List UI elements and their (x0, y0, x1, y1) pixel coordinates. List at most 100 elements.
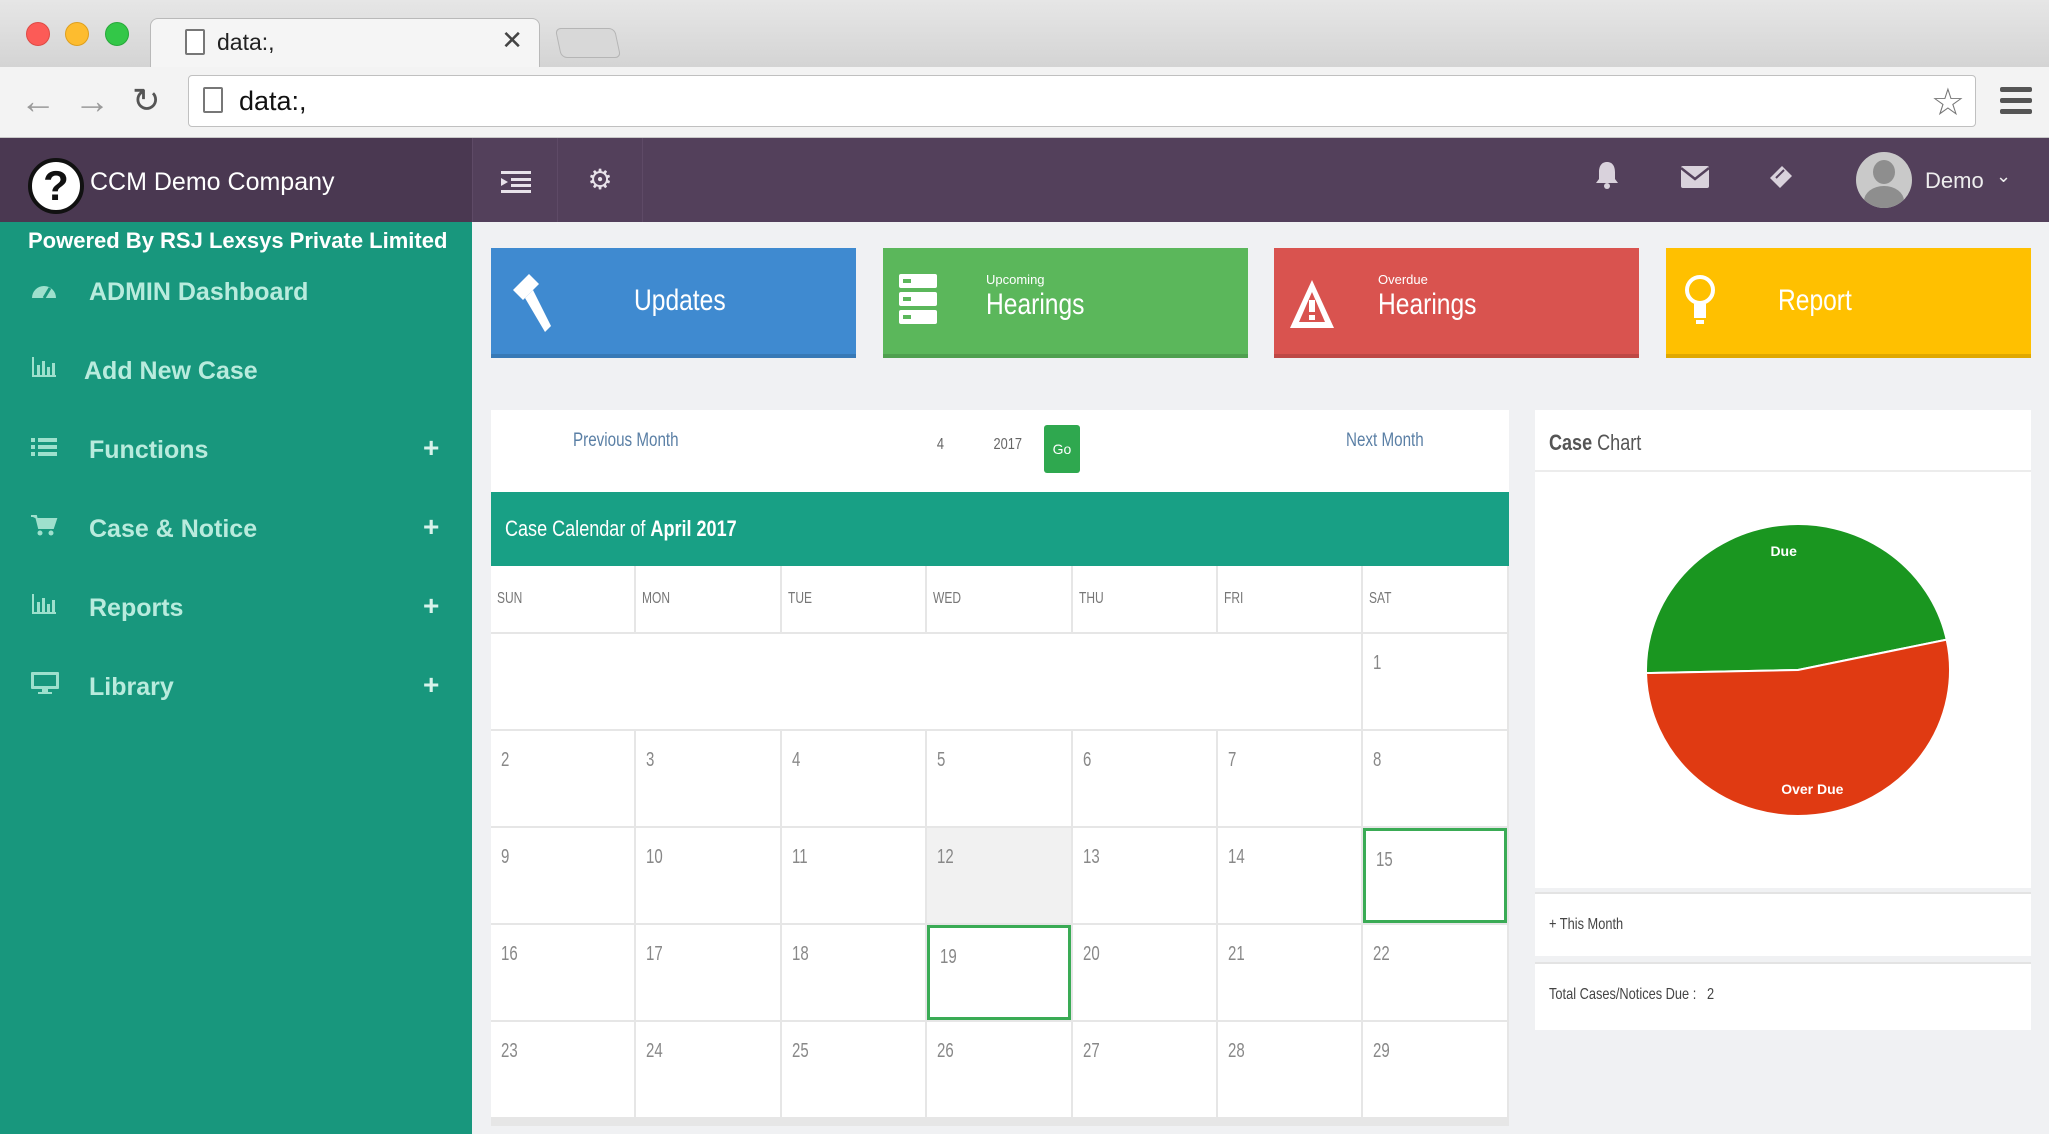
browser-tab[interactable]: data:, ✕ (150, 18, 540, 68)
tile-label: Hearings (986, 288, 1085, 321)
new-tab-button[interactable] (554, 28, 622, 58)
sidebar-item-case-notice[interactable]: Case & Notice + (0, 499, 472, 559)
calendar-day-cell[interactable]: 20 (1072, 925, 1216, 1020)
calendar-day-cell[interactable]: 9 (491, 828, 635, 923)
calendar-title-bar: Case Calendar of April 2017 (491, 492, 1509, 566)
ticket-icon[interactable] (1766, 162, 1796, 197)
back-icon[interactable]: ← (20, 81, 56, 121)
tile-label: Report (1778, 284, 1852, 317)
calendar-day-cell[interactable]: 11 (781, 828, 926, 923)
year-input[interactable]: 2017 (994, 436, 1022, 454)
bell-icon[interactable] (1594, 160, 1620, 197)
calendar-day-cell[interactable]: 13 (1072, 828, 1216, 923)
next-month-link[interactable]: Next Month (1346, 430, 1424, 452)
chevron-down-icon[interactable]: ⌄ (1996, 166, 2011, 187)
this-month-toggle[interactable]: + This Month (1549, 916, 1623, 934)
case-chart-header: Case Chart (1535, 410, 2031, 472)
calendar-day-cell[interactable]: 23 (491, 1022, 635, 1117)
pie-label: Due (1770, 543, 1797, 559)
sidebar-item-add-new-case[interactable]: Add New Case (0, 341, 472, 401)
calendar-day-cell[interactable]: 15 (1363, 828, 1507, 923)
tile-label: Updates (634, 284, 726, 317)
calendar-day-cell[interactable]: 29 (1363, 1022, 1507, 1117)
calendar-day-cell[interactable]: 24 (636, 1022, 780, 1117)
calendar-day-cell[interactable]: 8 (1363, 731, 1507, 826)
reload-icon[interactable]: ↻ (132, 81, 161, 121)
weekday-header: FRI (1218, 566, 1362, 632)
user-avatar[interactable] (1856, 152, 1912, 208)
calendar-day-cell[interactable]: 3 (636, 731, 780, 826)
calendar-day-cell[interactable]: 10 (636, 828, 780, 923)
calendar-day-cell[interactable]: 5 (927, 731, 1071, 826)
expand-plus-icon[interactable]: + (423, 669, 439, 701)
go-button[interactable]: Go (1044, 425, 1080, 473)
browser-toolbar: ← → ↻ data:, ☆ (0, 67, 2049, 138)
sidebar-item-functions[interactable]: Functions + (0, 420, 472, 480)
gear-icon: ⚙ (587, 164, 613, 195)
month-input[interactable]: 4 (937, 436, 944, 454)
sidebar-item-label: ADMIN Dashboard (89, 278, 309, 306)
bar-chart-icon (30, 592, 58, 623)
calendar-day-cell[interactable]: 14 (1218, 828, 1362, 923)
calendar-day-cell[interactable]: 4 (781, 731, 926, 826)
monitor-icon (30, 671, 60, 702)
expand-plus-icon[interactable]: + (423, 511, 439, 543)
weekday-header: SUN (491, 566, 635, 632)
dashboard-icon (30, 276, 58, 307)
previous-month-link[interactable]: Previous Month (573, 430, 679, 452)
calendar-day-cell[interactable]: 26 (927, 1022, 1071, 1117)
chart-title-bold: Case (1549, 430, 1593, 455)
page-icon (203, 87, 223, 113)
brand[interactable]: ? CCM Demo Company (0, 138, 472, 222)
sidebar-item-library[interactable]: Library + (0, 657, 472, 717)
calendar-day-cell[interactable]: 18 (781, 925, 926, 1020)
user-name[interactable]: Demo (1925, 168, 1984, 194)
bookmark-star-icon[interactable]: ☆ (1931, 80, 1965, 125)
tab-title: data:, (217, 29, 275, 55)
calendar-day-cell[interactable]: 28 (1218, 1022, 1362, 1117)
help-logo-icon: ? (28, 158, 84, 214)
weekday-header: TUE (781, 566, 926, 632)
calendar-day-cell[interactable]: 2 (491, 731, 635, 826)
maximize-window-button[interactable] (105, 22, 129, 46)
calendar-day-cell[interactable]: 6 (1072, 731, 1216, 826)
expand-plus-icon[interactable]: + (423, 590, 439, 622)
calendar-day-cell[interactable]: 17 (636, 925, 780, 1020)
calendar-day-cell[interactable]: 25 (781, 1022, 926, 1117)
gavel-icon (505, 270, 553, 334)
calendar-day-cell[interactable]: 1 (1363, 634, 1507, 729)
calendar-title-month: April 2017 (650, 516, 737, 541)
address-bar[interactable]: data:, ☆ (188, 75, 1976, 127)
calendar-day-cell[interactable]: 16 (491, 925, 635, 1020)
forward-icon[interactable]: → (74, 81, 110, 121)
weekday-header: SAT (1363, 566, 1507, 632)
server-icon (897, 270, 945, 334)
case-chart-title: Case Chart (1549, 430, 1641, 456)
list-icon (30, 434, 58, 465)
calendar-day-cell[interactable]: 21 (1218, 925, 1362, 1020)
envelope-icon[interactable] (1680, 164, 1710, 196)
settings-button[interactable]: ⚙ (557, 138, 643, 222)
calendar-day-cell[interactable]: 7 (1218, 731, 1362, 826)
calendar-day-cell[interactable]: 22 (1363, 925, 1507, 1020)
company-name: CCM Demo Company (90, 168, 335, 196)
this-month-row[interactable]: + This Month (1535, 892, 2031, 956)
browser-tab-bar: data:, ✕ (0, 0, 2049, 68)
expand-plus-icon[interactable]: + (423, 432, 439, 464)
sidebar-toggle-button[interactable] (472, 138, 558, 222)
browser-menu-icon[interactable] (2000, 87, 2032, 120)
calendar-day-cell[interactable]: 12 (927, 828, 1071, 923)
calendar-grid: SUN MON TUE WED THU FRI SAT 1 2 3 4 5 6 7 8 9 10 11 12 13 14… (491, 566, 1509, 1126)
sidebar-item-reports[interactable]: Reports + (0, 578, 472, 638)
sidebar-item-admin-dashboard[interactable]: ADMIN Dashboard (0, 262, 472, 322)
calendar-day-cell[interactable]: 27 (1072, 1022, 1216, 1117)
calendar-empty-cell (491, 634, 1362, 729)
updates-tile[interactable]: Updates (491, 248, 856, 358)
close-window-button[interactable] (26, 22, 50, 46)
minimize-window-button[interactable] (65, 22, 89, 46)
tab-close-icon[interactable]: ✕ (501, 25, 523, 56)
report-tile[interactable]: Report (1666, 248, 2031, 358)
overdue-hearings-tile[interactable]: Overdue Hearings (1274, 248, 1639, 358)
calendar-day-cell[interactable]: 19 (927, 925, 1071, 1020)
upcoming-hearings-tile[interactable]: Upcoming Hearings (883, 248, 1248, 358)
